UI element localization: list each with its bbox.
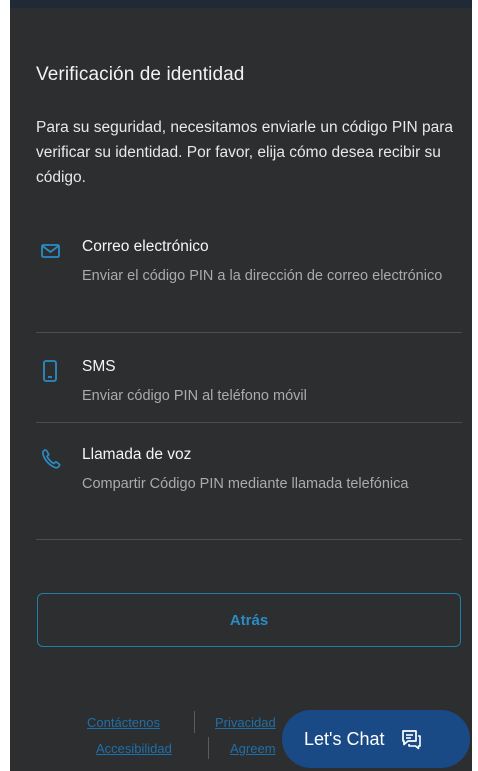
option-sms-title: SMS: [82, 358, 116, 375]
page-title: Verificación de identidad: [36, 64, 245, 85]
option-voice-call-title: Llamada de voz: [82, 446, 192, 463]
option-sms-description: Enviar código PIN al teléfono móvil: [82, 388, 307, 404]
option-sms[interactable]: SMS Enviar código PIN al teléfono móvil: [36, 358, 462, 408]
envelope-icon: [41, 244, 60, 258]
footer-link-privacy[interactable]: Privacidad: [215, 715, 276, 730]
option-voice-call-description: Compartir Código PIN mediante llamada te…: [82, 476, 409, 492]
divider: [36, 332, 462, 333]
option-voice-call[interactable]: Llamada de voz Compartir Código PIN medi…: [36, 446, 462, 521]
chat-bubble-icon: [402, 730, 422, 750]
divider: [36, 539, 462, 540]
option-email[interactable]: Correo electrónico Enviar el código PIN …: [36, 238, 462, 308]
mobile-phone-icon: [43, 360, 57, 382]
divider: [36, 422, 462, 423]
option-email-description: Enviar el código PIN a la dirección de c…: [82, 268, 443, 284]
lets-chat-button[interactable]: Let's Chat: [282, 710, 470, 768]
back-button[interactable]: Atrás: [37, 593, 461, 647]
footer-separator: [208, 737, 209, 759]
intro-text: Para su seguridad, necesitamos enviarle …: [36, 119, 454, 186]
footer-link-contact[interactable]: Contáctenos: [87, 715, 160, 730]
option-email-title: Correo electrónico: [82, 238, 209, 255]
phone-handset-icon: [42, 449, 61, 469]
top-strip: [10, 0, 472, 8]
back-button-label: Atrás: [229, 611, 269, 629]
footer-separator: [194, 711, 195, 733]
footer-link-accessibility[interactable]: Accesibilidad: [96, 741, 172, 756]
verification-panel: Verificación de identidad Para su seguri…: [10, 8, 472, 771]
footer-link-agreement[interactable]: Agreem: [230, 741, 276, 756]
lets-chat-label: Let's Chat: [304, 728, 385, 749]
